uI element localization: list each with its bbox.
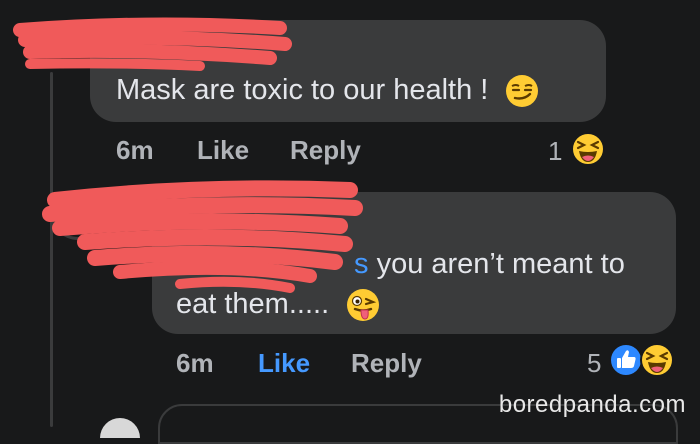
watermark: boredpanda.com xyxy=(498,391,686,418)
redaction-scribble-1 xyxy=(13,17,363,293)
